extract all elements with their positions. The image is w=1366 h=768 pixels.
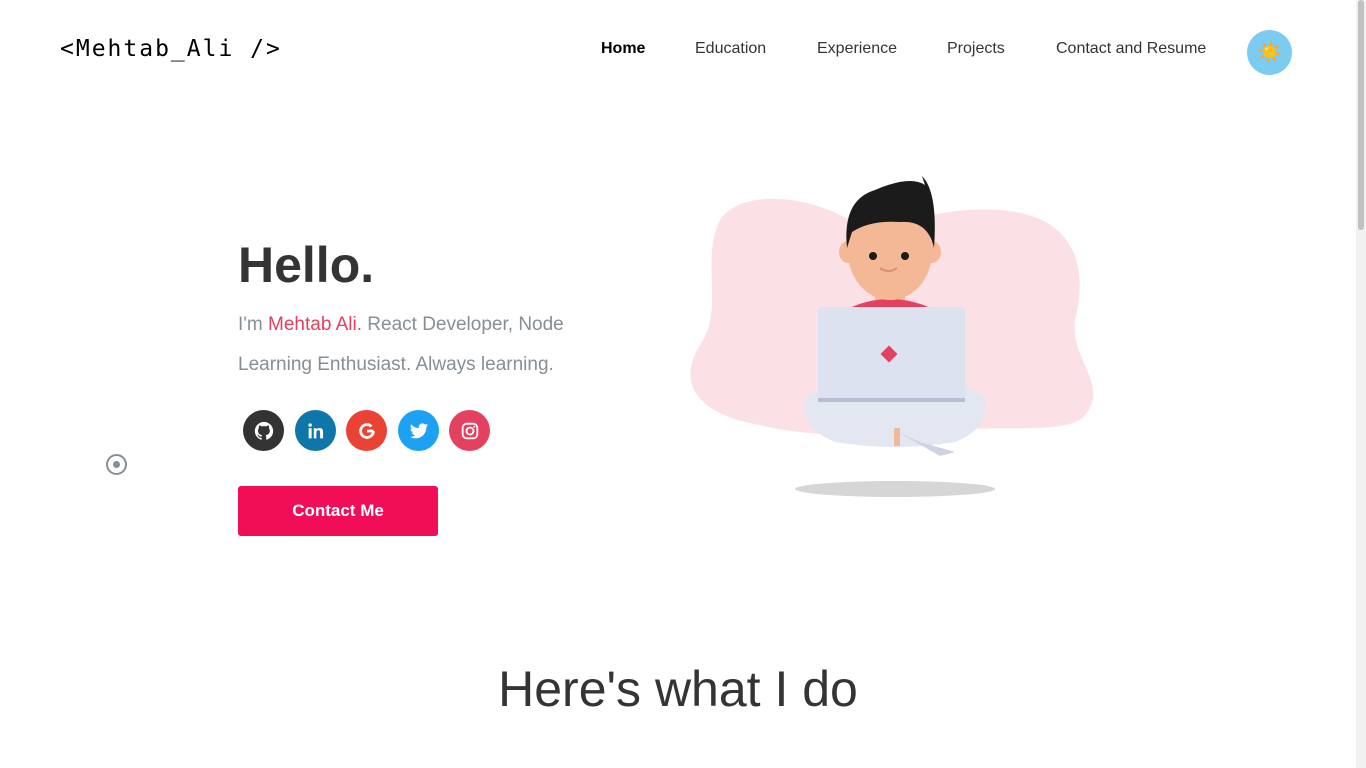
hero-name: Mehtab Ali. [268,314,363,335]
section-title: Here's what I do [498,661,858,717]
hero-greeting: Hello. [238,237,375,293]
theme-toggle-button[interactable]: ☀️ [1247,30,1292,75]
nav-projects[interactable]: Projects [947,40,1005,58]
nav-contact-resume[interactable]: Contact and Resume [1056,40,1206,58]
custom-cursor [106,454,127,475]
linkedin-link[interactable] [295,410,336,451]
instagram-icon [461,422,478,439]
nav-home[interactable]: Home [601,40,645,58]
github-icon [254,421,273,440]
nav-experience[interactable]: Experience [817,40,897,58]
intro-prefix: I'm [238,314,269,335]
google-icon [358,422,375,439]
sun-icon: ☀️ [1257,42,1282,64]
google-link[interactable] [346,410,387,451]
twitter-link[interactable] [398,410,439,451]
scrollbar-thumb[interactable] [1358,0,1364,230]
developer-illustration [690,176,1094,497]
instagram-link[interactable] [449,410,490,451]
nav-education[interactable]: Education [695,40,766,58]
linkedin-icon [307,422,323,438]
twitter-icon [409,422,428,438]
page-scrollbar[interactable] [1356,0,1366,768]
github-link[interactable] [243,410,284,451]
main-nav: Home Education Experience Projects Conta… [0,40,1366,64]
hero-intro: I'm Mehtab Ali. React Developer, Node Le… [238,305,618,385]
contact-me-button[interactable]: Contact Me [238,486,438,536]
